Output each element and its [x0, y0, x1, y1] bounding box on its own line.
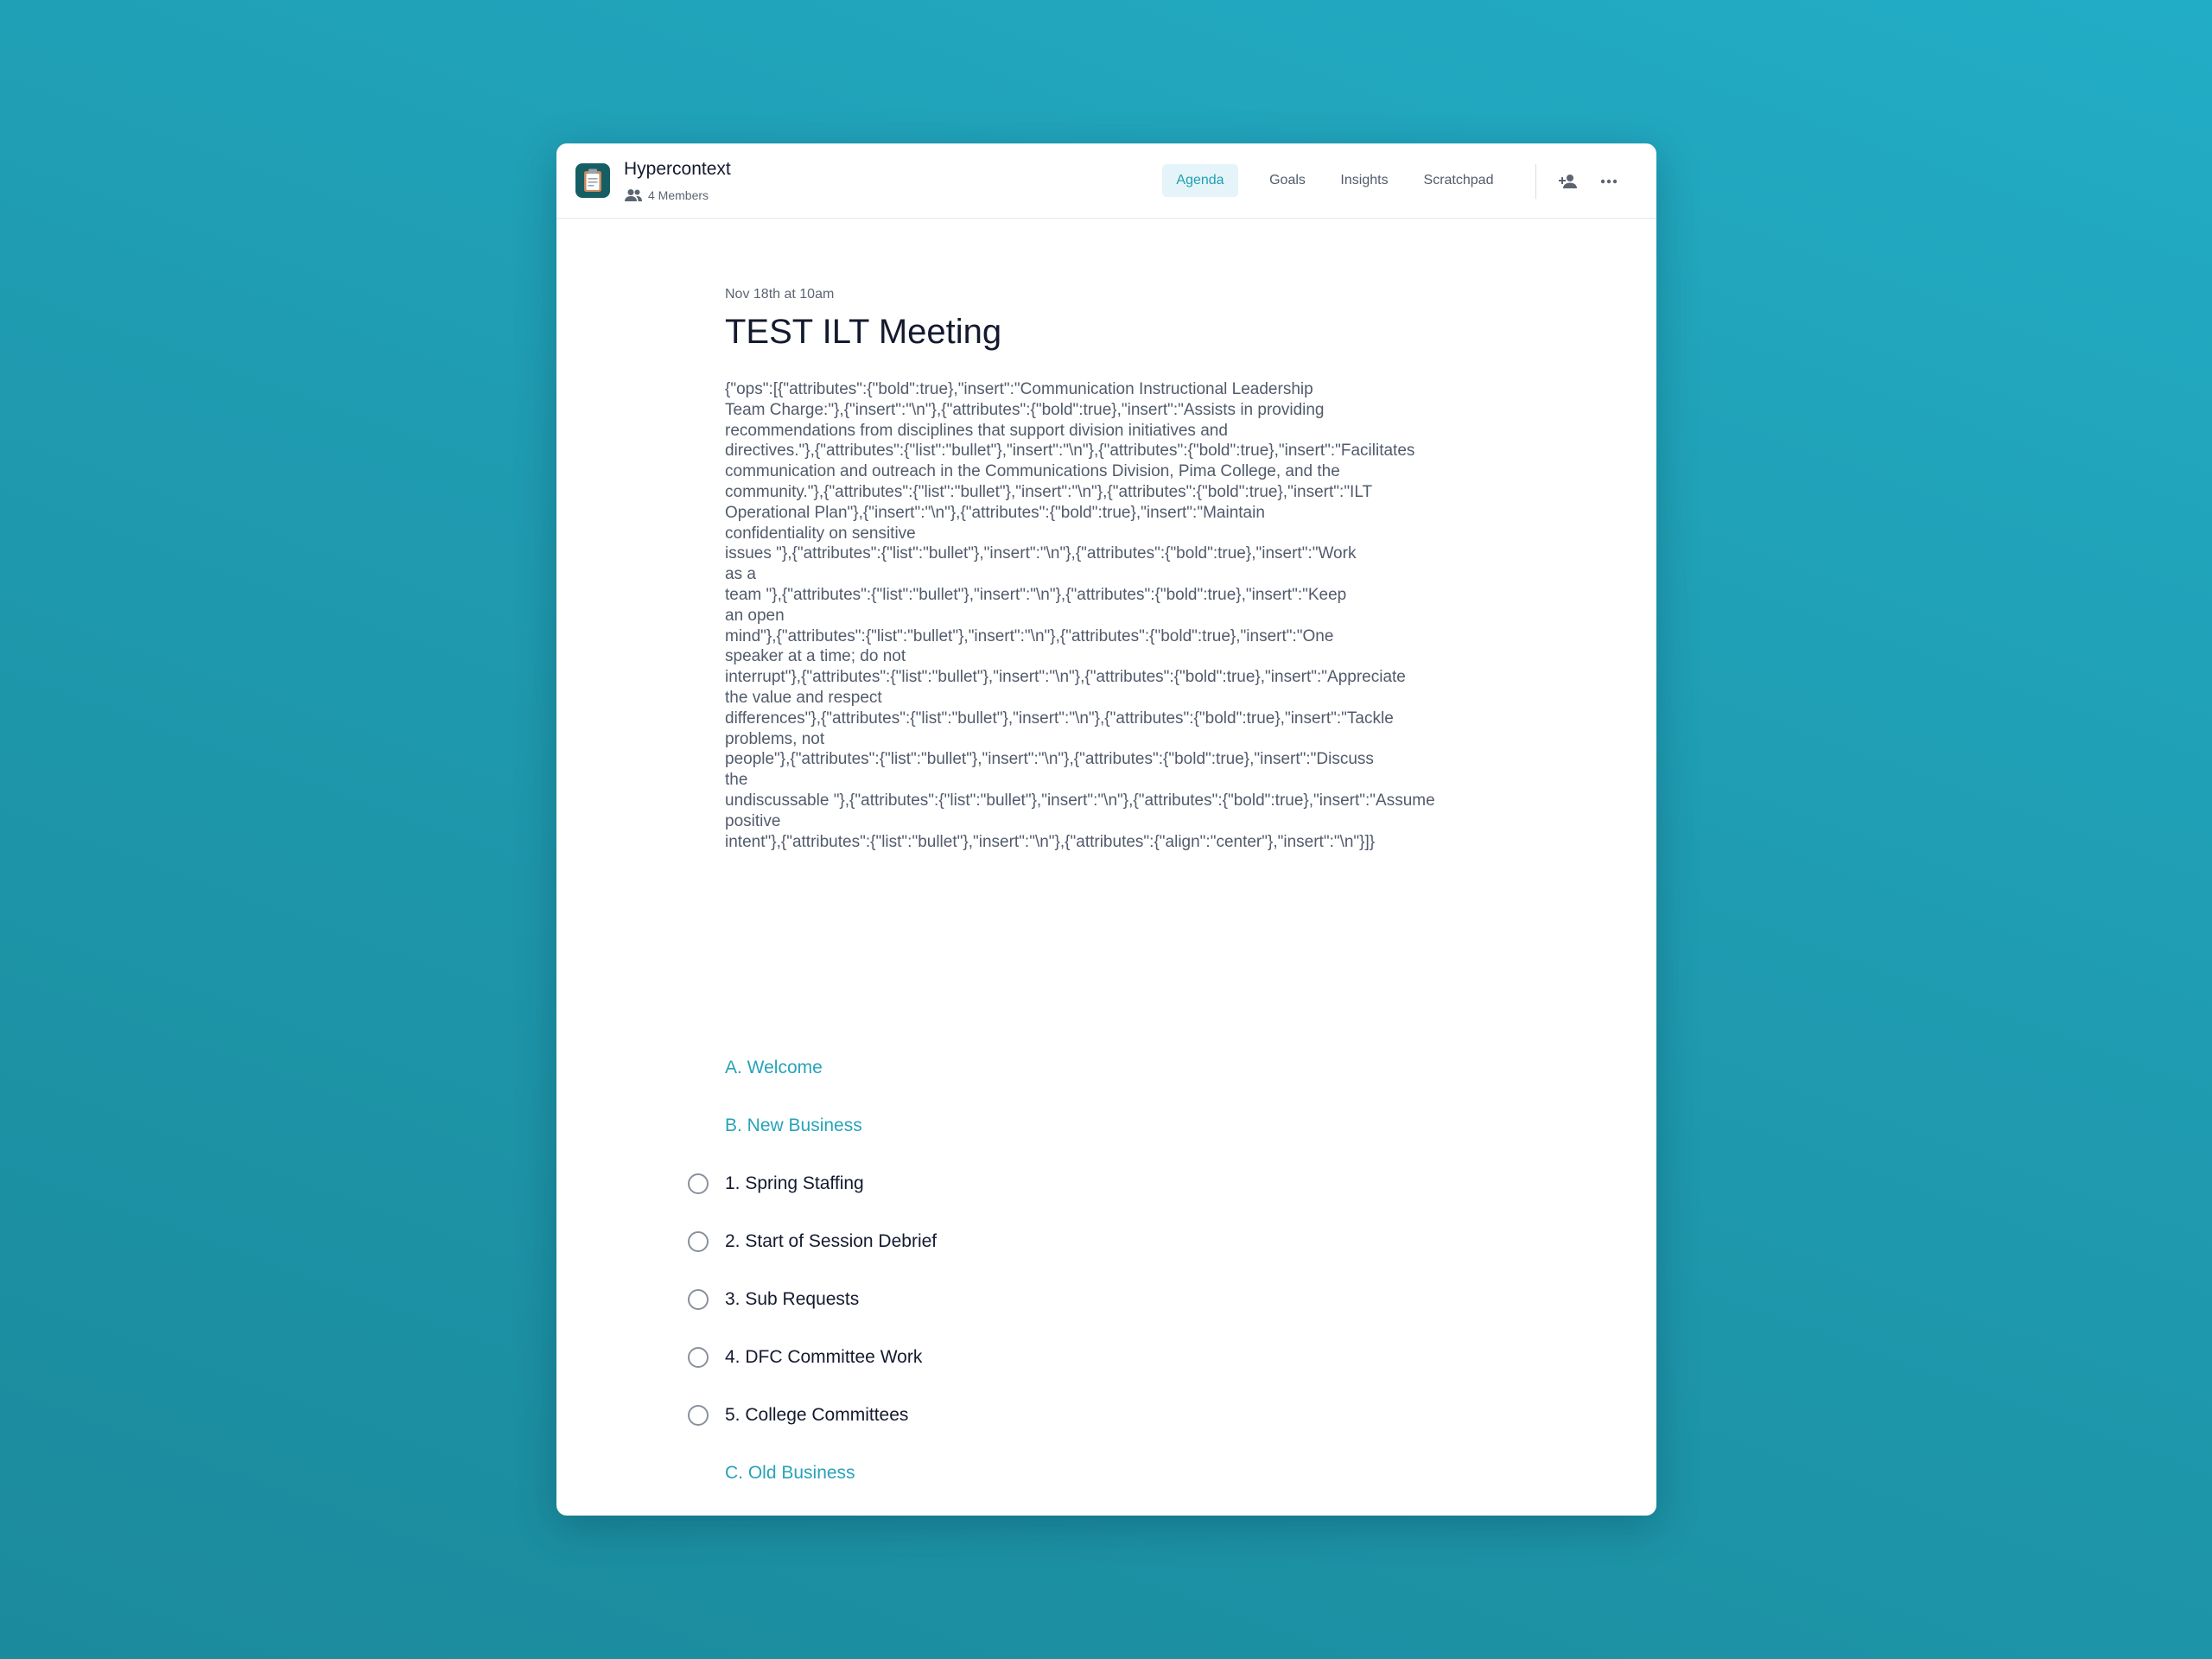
agenda-item[interactable]: 3. Sub Requests: [688, 1282, 860, 1317]
agenda-section[interactable]: C. Old Business: [725, 1456, 855, 1491]
members-count[interactable]: 4 Members: [624, 187, 709, 204]
description-line: confidentiality on sensitive: [725, 524, 916, 543]
meeting-window: Hypercontext 4 Members Agenda Goals Insi…: [556, 143, 1656, 1516]
description-line: positive: [725, 811, 781, 830]
item-checkbox[interactable]: [688, 1231, 709, 1252]
description-line: speaker at a time; do not: [725, 647, 906, 666]
description-line: an open: [725, 606, 785, 625]
description-line: intent"},{"attributes":{"list":"bullet"}…: [725, 832, 1376, 851]
agenda-item-label: 3. Sub Requests: [725, 1289, 860, 1309]
item-checkbox[interactable]: [688, 1289, 709, 1310]
agenda-item[interactable]: 4. DFC Committee Work: [688, 1340, 923, 1375]
description-line: issues "},{"attributes":{"list":"bullet"…: [725, 544, 1357, 563]
more-horizontal-icon: [1600, 179, 1618, 184]
agenda-section[interactable]: A. Welcome: [725, 1051, 823, 1085]
agenda-section-label: A. Welcome: [725, 1058, 823, 1077]
description-line: {"ops":[{"attributes":{"bold":true},"ins…: [725, 380, 1313, 398]
item-checkbox[interactable]: [688, 1347, 709, 1368]
description-line: Operational Plan"},{"insert":"\n"},{"att…: [725, 503, 1265, 522]
header-divider: [1535, 164, 1536, 199]
agenda-item-label: 4. DFC Committee Work: [725, 1347, 923, 1367]
tab-scratchpad[interactable]: Scratchpad: [1415, 164, 1502, 197]
app-title: Hypercontext: [624, 159, 731, 179]
agenda-item-label: 2. Start of Session Debrief: [725, 1231, 938, 1251]
description-line: differences"},{"attributes":{"list":"bul…: [725, 709, 1394, 728]
description-line: Team Charge:"},{"insert":"\n"},{"attribu…: [725, 400, 1325, 419]
description-line: team "},{"attributes":{"list":"bullet"},…: [725, 585, 1347, 604]
tab-goals[interactable]: Goals: [1262, 164, 1313, 197]
description-line: undiscussable "},{"attributes":{"list":"…: [725, 791, 1435, 810]
description-line: recommendations from disciplines that su…: [725, 421, 1228, 440]
clipboard-icon: [575, 163, 610, 198]
people-icon: [625, 189, 642, 201]
description-line: as a: [725, 565, 756, 584]
members-label: 4 Members: [648, 188, 709, 202]
description-line: interrupt"},{"attributes":{"list":"bulle…: [725, 668, 1406, 687]
agenda-item[interactable]: 1. Spring Staffing: [688, 1166, 864, 1201]
tab-agenda[interactable]: Agenda: [1162, 164, 1238, 197]
agenda-item-label: 1. Spring Staffing: [725, 1173, 864, 1193]
add-person-icon: [1559, 175, 1577, 188]
more-options-button[interactable]: [1597, 169, 1621, 194]
description-line: the value and respect: [725, 688, 882, 707]
description-line: community."},{"attributes":{"list":"bull…: [725, 482, 1373, 501]
agenda-item[interactable]: 2. Start of Session Debrief: [688, 1224, 938, 1259]
add-member-button[interactable]: [1556, 169, 1580, 194]
agenda-item[interactable]: 5. College Committees: [688, 1398, 909, 1433]
agenda-section[interactable]: D. Announcements: [725, 1514, 878, 1516]
agenda-section[interactable]: B. New Business: [725, 1109, 862, 1143]
meeting-description: {"ops":[{"attributes":{"bold":true},"ins…: [725, 379, 1485, 852]
tab-insights[interactable]: Insights: [1334, 164, 1395, 197]
agenda-section-label: C. Old Business: [725, 1463, 855, 1483]
meeting-header: Hypercontext 4 Members Agenda Goals Insi…: [556, 143, 1656, 219]
agenda-section-label: B. New Business: [725, 1116, 862, 1135]
item-checkbox[interactable]: [688, 1173, 709, 1194]
meeting-date: Nov 18th at 10am: [725, 287, 835, 302]
agenda-item-label: 5. College Committees: [725, 1405, 909, 1425]
description-line: problems, not: [725, 729, 825, 748]
description-line: people"},{"attributes":{"list":"bullet"}…: [725, 750, 1374, 769]
meeting-title: TEST ILT Meeting: [725, 313, 1002, 351]
description-line: directives."},{"attributes":{"list":"bul…: [725, 442, 1415, 461]
description-line: the: [725, 771, 748, 790]
description-line: communication and outreach in the Commun…: [725, 462, 1340, 481]
description-line: mind"},{"attributes":{"list":"bullet"},"…: [725, 626, 1334, 645]
item-checkbox[interactable]: [688, 1405, 709, 1426]
